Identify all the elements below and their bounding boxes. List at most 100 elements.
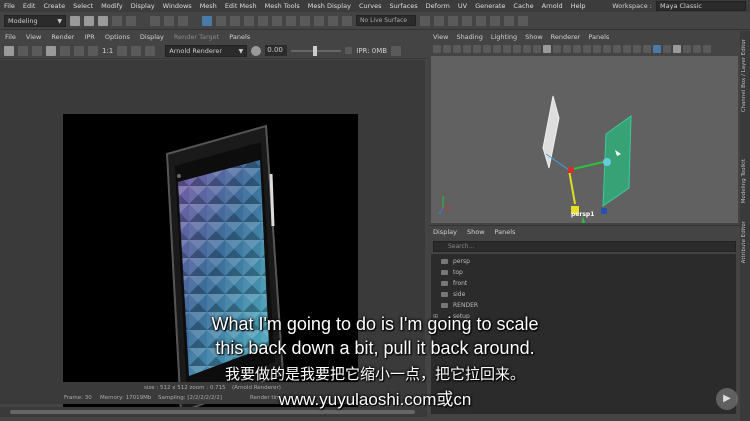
remove-image-icon[interactable] [131, 45, 142, 56]
rotate-tool-icon[interactable] [258, 15, 268, 26]
zoom-ratio[interactable]: 1:1 [102, 47, 113, 55]
select-tool-icon[interactable] [202, 15, 212, 26]
menu-arnold[interactable]: Arnold [542, 2, 563, 10]
ambient-occlusion-icon[interactable] [593, 45, 601, 53]
menu-deform[interactable]: Deform [426, 2, 450, 10]
arnold-render-icon[interactable] [490, 15, 500, 26]
menu-cache[interactable]: Cache [513, 2, 533, 10]
field-chart-icon[interactable] [513, 45, 521, 53]
menu-windows[interactable]: Windows [163, 2, 192, 10]
rv-menu-display[interactable]: Display [140, 33, 164, 41]
menu-display[interactable]: Display [131, 2, 155, 10]
gate-mask-icon[interactable] [503, 45, 511, 53]
select-hierarchy-icon[interactable] [150, 15, 160, 26]
vp-menu-panels[interactable]: Panels [588, 33, 609, 41]
wireframe-on-shaded-icon[interactable] [553, 45, 561, 53]
hud-icon[interactable] [673, 45, 681, 53]
vp-menu-show[interactable]: Show [525, 33, 543, 41]
snap-view-icon[interactable] [328, 15, 338, 26]
xray-components-icon[interactable] [663, 45, 671, 53]
color-management-icon[interactable] [703, 45, 711, 53]
vp-menu-renderer[interactable]: Renderer [551, 33, 581, 41]
region-icon[interactable] [60, 45, 70, 56]
bookmark-icon[interactable] [453, 45, 461, 53]
select-component-icon[interactable] [178, 15, 188, 26]
render-frame-icon[interactable] [434, 15, 444, 26]
select-object-icon[interactable] [164, 15, 174, 26]
depth-of-field-icon[interactable] [623, 45, 631, 53]
tab-attribute-editor[interactable]: Attribute Editor [741, 221, 747, 263]
menu-mesh-tools[interactable]: Mesh Tools [265, 2, 300, 10]
keep-image-icon[interactable] [117, 45, 128, 56]
snap-curve-icon[interactable] [300, 15, 310, 26]
use-lights-icon[interactable] [573, 45, 581, 53]
new-scene-icon[interactable] [70, 15, 80, 26]
menu-file[interactable]: File [4, 2, 15, 10]
redo-render-icon[interactable] [4, 45, 14, 56]
outliner-item-persp[interactable]: persp [431, 256, 736, 267]
smooth-shade-icon[interactable] [543, 45, 551, 53]
open-scene-icon[interactable] [84, 15, 94, 26]
slider-handle[interactable] [313, 45, 318, 56]
ol-menu-panels[interactable]: Panels [495, 228, 516, 236]
xray-icon[interactable] [643, 45, 651, 53]
image-plane-icon[interactable] [463, 45, 471, 53]
settings-icon[interactable] [391, 45, 402, 56]
menu-create[interactable]: Create [43, 2, 65, 10]
alpha-channel-icon[interactable] [88, 45, 98, 56]
ol-menu-display[interactable]: Display [433, 228, 457, 236]
menu-modify[interactable]: Modify [101, 2, 123, 10]
hypershade-icon[interactable] [476, 15, 486, 26]
undo-icon[interactable] [112, 15, 122, 26]
menu-select[interactable]: Select [73, 2, 93, 10]
menu-surfaces[interactable]: Surfaces [390, 2, 418, 10]
outliner-item-side[interactable]: side [431, 289, 736, 300]
textured-icon[interactable] [563, 45, 571, 53]
vp-menu-view[interactable]: View [433, 33, 448, 41]
snap-surface-icon[interactable] [342, 15, 352, 26]
snap-point-icon[interactable] [314, 15, 324, 26]
isolate-select-icon[interactable] [633, 45, 641, 53]
rv-menu-ipr[interactable]: IPR [84, 33, 94, 41]
camera-select-icon[interactable] [433, 45, 441, 53]
paint-select-icon[interactable] [230, 15, 240, 26]
history-icon[interactable] [420, 15, 430, 26]
outliner-item-front[interactable]: front [431, 278, 736, 289]
menu-help[interactable]: Help [571, 2, 586, 10]
tab-modeling-toolkit[interactable]: Modeling Toolkit [741, 159, 747, 203]
outliner-search-input[interactable]: Search... [433, 241, 736, 252]
exposure-vp-icon[interactable] [683, 45, 691, 53]
refresh-icon[interactable] [32, 45, 42, 56]
lasso-tool-icon[interactable] [216, 15, 226, 26]
redo-icon[interactable] [126, 15, 136, 26]
film-gate-icon[interactable] [483, 45, 491, 53]
vp-menu-shading[interactable]: Shading [456, 33, 482, 41]
renderer-dropdown[interactable]: Arnold Renderer ▼ [165, 44, 248, 57]
motion-blur-icon[interactable] [603, 45, 611, 53]
menu-edit[interactable]: Edit [23, 2, 36, 10]
snapshot-icon[interactable] [46, 45, 56, 56]
menu-curves[interactable]: Curves [359, 2, 382, 10]
rv-menu-view[interactable]: View [26, 33, 41, 41]
vp-menu-lighting[interactable]: Lighting [491, 33, 517, 41]
menu-mesh-display[interactable]: Mesh Display [308, 2, 351, 10]
exposure-slider[interactable] [291, 45, 342, 56]
rv-menu-options[interactable]: Options [105, 33, 130, 41]
workspace-dropdown[interactable]: Maya Classic [656, 1, 746, 11]
play-icon[interactable]: ▶ [716, 388, 738, 410]
perspective-viewport[interactable]: persp1 [431, 56, 738, 223]
move-tool-icon[interactable] [244, 15, 254, 26]
outliner-item-render[interactable]: RENDER [431, 300, 736, 311]
rv-menu-panels[interactable]: Panels [229, 33, 250, 41]
save-scene-icon[interactable] [98, 15, 108, 26]
menu-mesh[interactable]: Mesh [200, 2, 217, 10]
camera-lock-icon[interactable] [443, 45, 451, 53]
ipr-render-icon[interactable] [448, 15, 458, 26]
gamma-icon[interactable] [693, 45, 701, 53]
rv-menu-render[interactable]: Render [51, 33, 74, 41]
ipr-icon[interactable] [18, 45, 28, 56]
menu-edit-mesh[interactable]: Edit Mesh [225, 2, 257, 10]
live-surface-field[interactable]: No Live Surface [356, 15, 416, 26]
channel-box-icon[interactable] [518, 15, 528, 26]
rgb-channel-icon[interactable] [74, 45, 84, 56]
